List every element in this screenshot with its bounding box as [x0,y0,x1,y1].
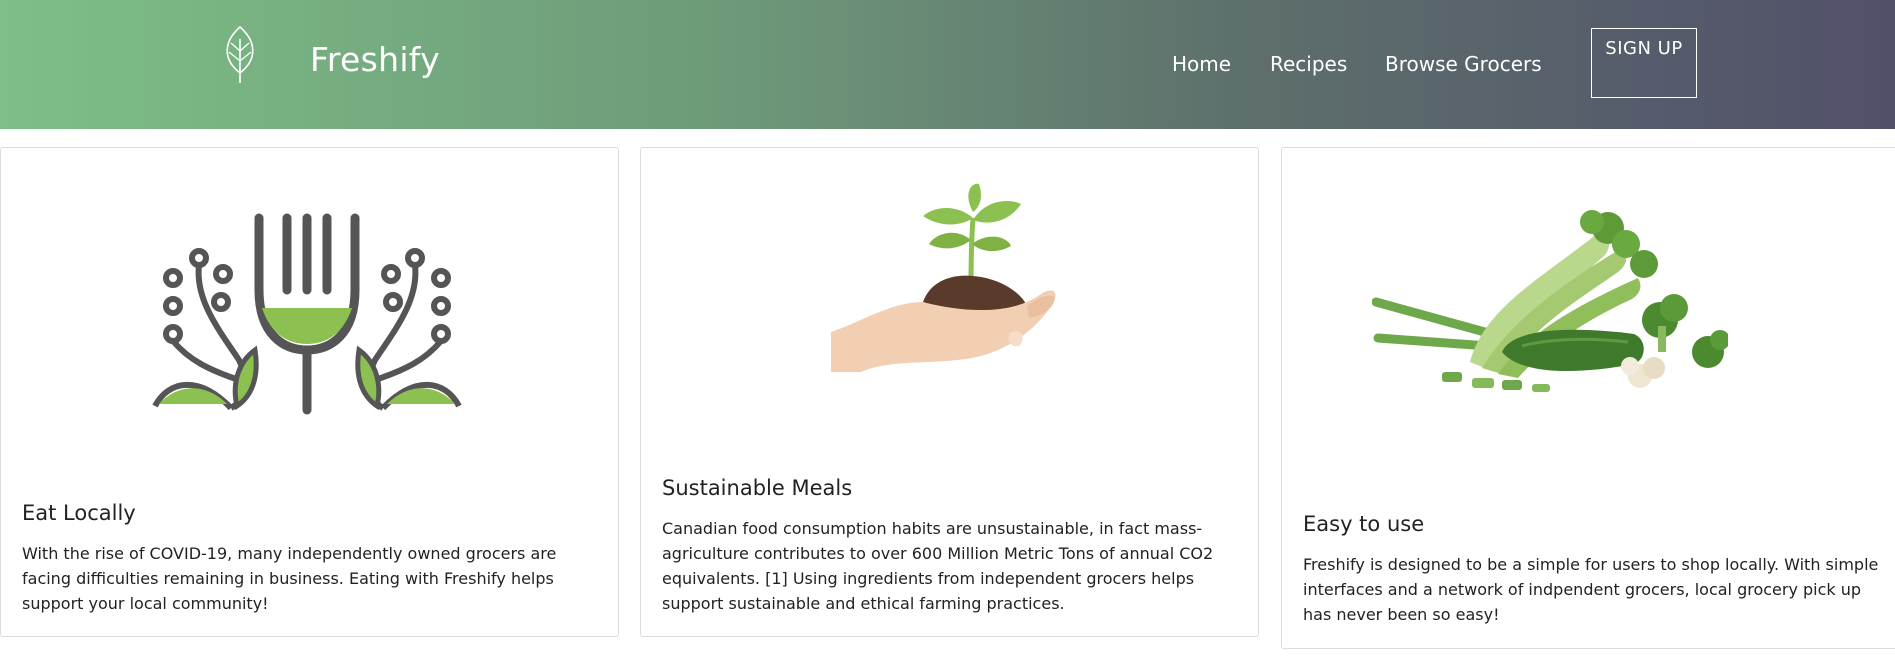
fork-leaves-icon [152,213,462,415]
card-title: Easy to use [1303,512,1425,536]
nav-home-link[interactable]: Home [1172,52,1231,76]
card-text: Canadian food consumption habits are uns… [662,519,1214,613]
feature-card-sustainable-meals: Sustainable Meals Canadian food consumpt… [640,147,1259,637]
card-title: Sustainable Meals [662,476,853,500]
hand-sprout-icon [831,183,1056,372]
leaf-logo-icon[interactable] [216,25,264,85]
card-text: Freshify is designed to be a simple for … [1303,555,1879,624]
card-text: With the rise of COVID-19, many independ… [22,544,557,613]
card-title: Eat Locally [22,501,136,525]
vegetables-icon [1372,210,1728,392]
brand-name[interactable]: Freshify [310,40,440,79]
navbar: Freshify Home Recipes Browse Grocers SIG… [0,0,1895,129]
feature-card-easy-to-use: Easy to use Freshify is designed to be a… [1281,147,1895,649]
feature-card-eat-locally: Eat Locally With the rise of COVID-19, m… [0,147,619,637]
sign-up-button[interactable]: SIGN UP [1591,28,1697,98]
nav-recipes-link[interactable]: Recipes [1270,52,1347,76]
nav-browse-grocers-link[interactable]: Browse Grocers [1385,52,1542,76]
